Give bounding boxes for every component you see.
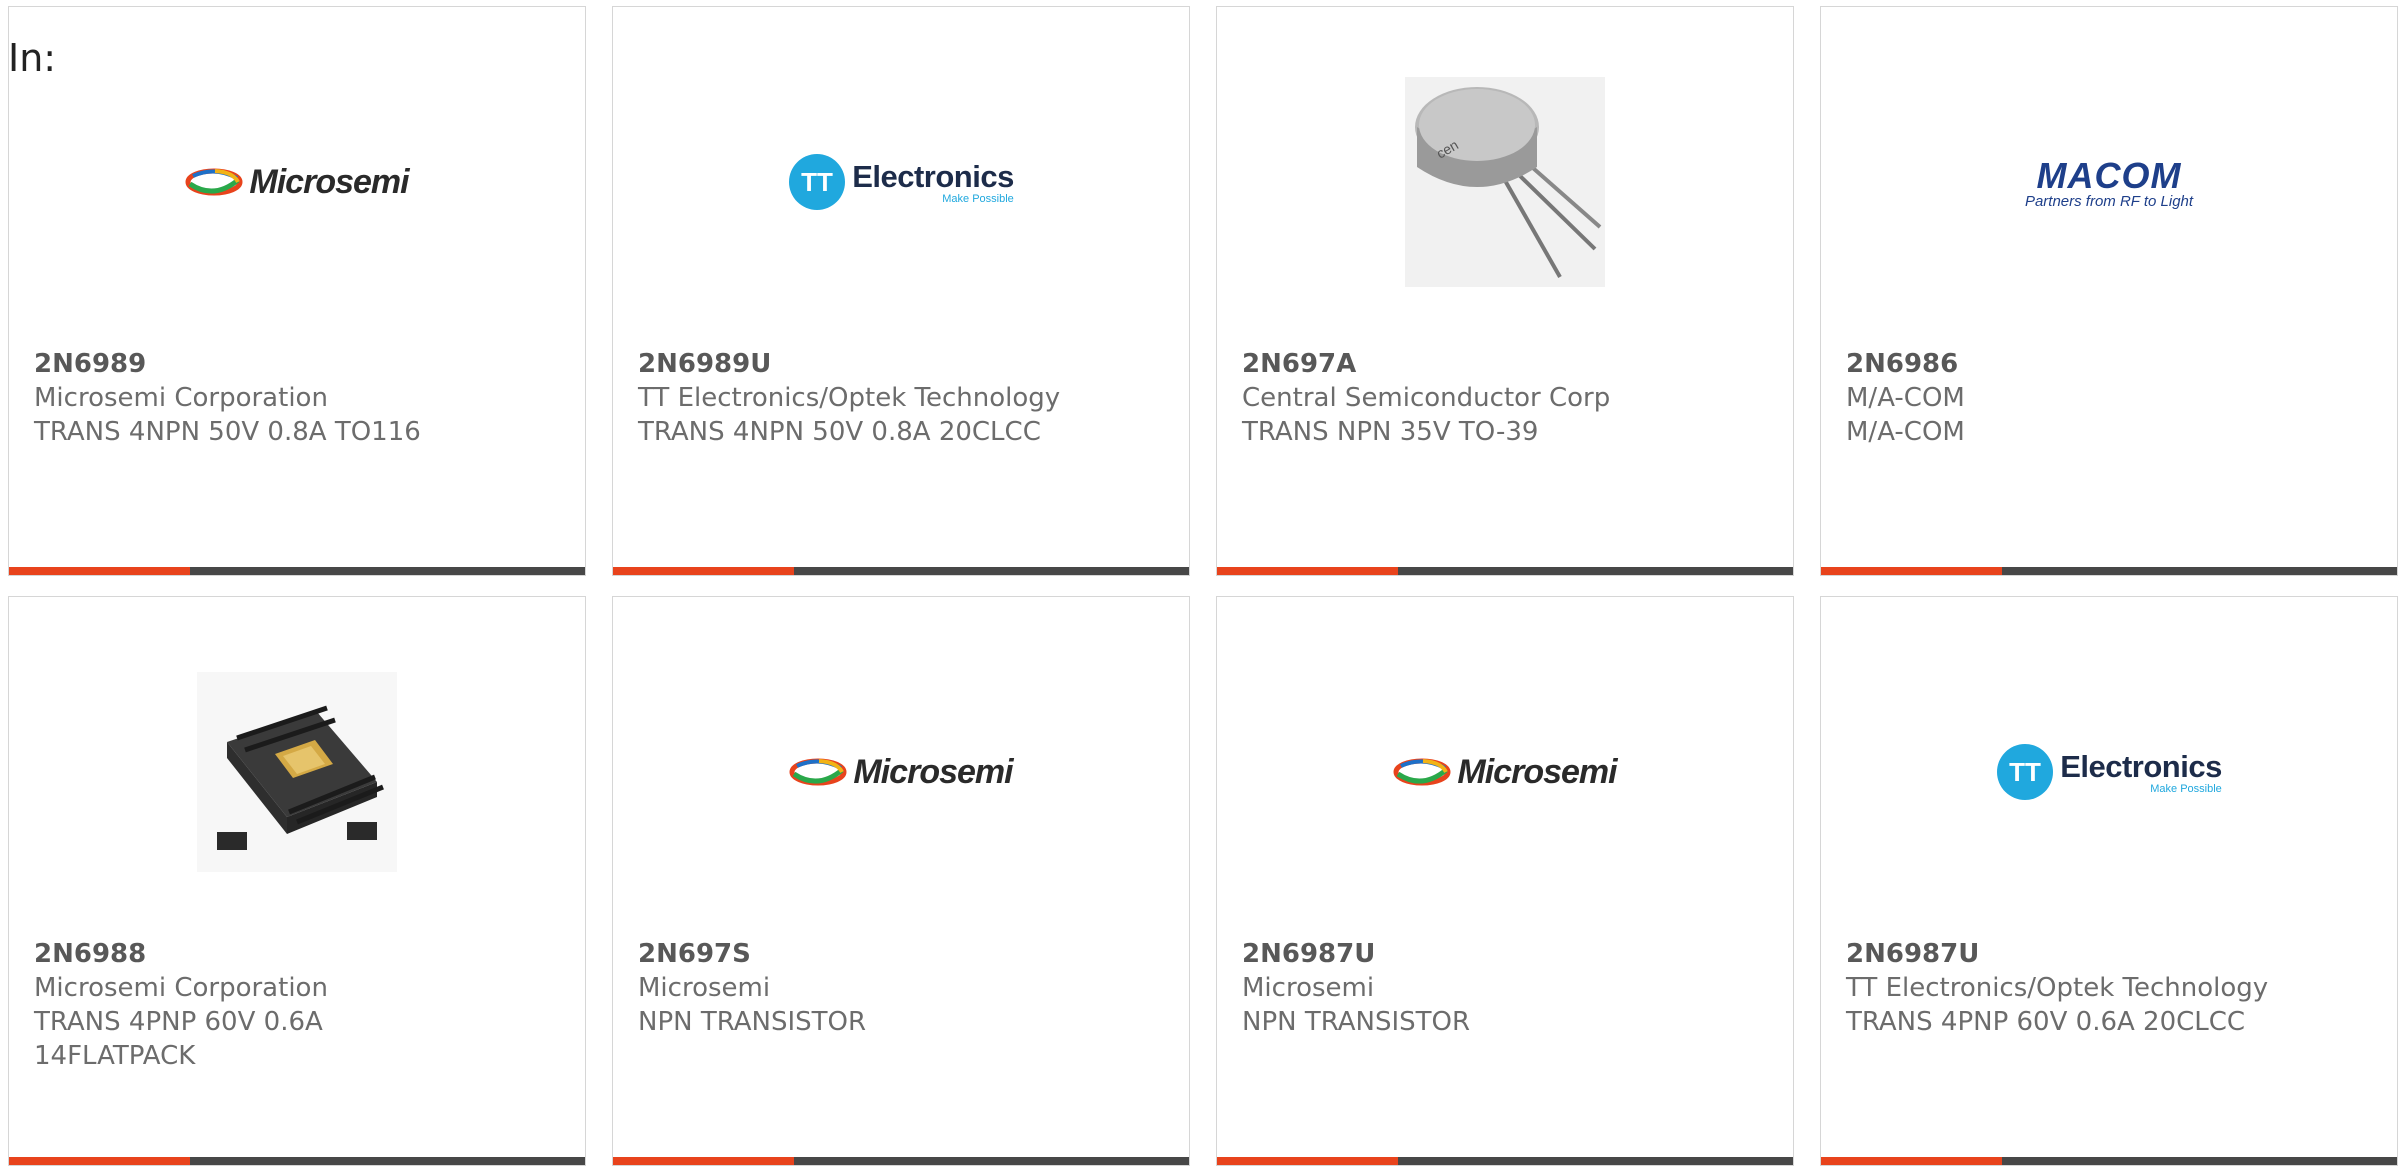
card-bottom-bar [613, 1157, 1189, 1165]
card-bottom-bar [1821, 1157, 2397, 1165]
manufacturer: Microsemi [1242, 973, 1375, 1003]
description: TRANS NPN 35V TO-39 [1242, 417, 1539, 447]
macom-tagline: Partners from RF to Light [2024, 192, 2194, 210]
description: TRANS 4NPN 50V 0.8A 20CLCC [638, 417, 1041, 447]
product-card[interactable]: Microsemi 2N6987U Microsemi NPN TRANSIST… [1216, 596, 1794, 1166]
description: NPN TRANSISTOR [638, 1007, 867, 1037]
product-card[interactable]: 2N6988 Microsemi Corporation TRANS 4PNP … [8, 596, 586, 1166]
product-image: Microsemi [9, 67, 585, 297]
product-card[interactable]: TT Electronics Make Possible 2N6987U TT … [1820, 596, 2398, 1166]
tt-tagline: Make Possible [942, 193, 1014, 205]
card-bottom-bar [1821, 567, 2397, 575]
product-image [9, 657, 585, 887]
flatpack-chip-icon [197, 672, 397, 872]
tt-electronics-logo: TT Electronics Make Possible [788, 153, 1014, 211]
product-info: 2N6987U TT Electronics/Optek Technology … [1846, 937, 2377, 1039]
manufacturer: Microsemi Corporation [34, 973, 328, 1003]
product-info: 2N6989 Microsemi Corporation TRANS 4NPN … [34, 347, 565, 449]
tt-letters: TT [2009, 757, 2041, 787]
manufacturer: TT Electronics/Optek Technology [638, 383, 1061, 413]
microsemi-logo: Microsemi [1393, 752, 1618, 792]
product-card[interactable]: Microsemi 2N6989 Microsemi Corporation T… [8, 6, 586, 576]
product-info: 2N6986 M/A-COM M/A-COM [1846, 347, 2377, 449]
card-accent-bar [1821, 1157, 2002, 1165]
microsemi-logo: Microsemi [185, 162, 410, 202]
part-number-link[interactable]: 2N6987U [1846, 937, 2377, 971]
card-accent-bar [613, 1157, 794, 1165]
product-info: 2N6987U Microsemi NPN TRANSISTOR [1242, 937, 1773, 1039]
tt-wordmark: Electronics [852, 159, 1014, 194]
part-number-link[interactable]: 2N6988 [34, 937, 565, 971]
part-number-link[interactable]: 2N697A [1242, 347, 1773, 381]
manufacturer: TT Electronics/Optek Technology [1846, 973, 2269, 1003]
description: M/A-COM [1846, 417, 1965, 447]
manufacturer: Central Semiconductor Corp [1242, 383, 1611, 413]
tt-wordmark: Electronics [2060, 749, 2222, 784]
product-image: Microsemi [613, 657, 1189, 887]
description-line2: 14FLATPACK [34, 1041, 196, 1071]
card-accent-bar [9, 567, 190, 575]
part-number-link[interactable]: 2N6989U [638, 347, 1169, 381]
product-image: MACOM Partners from RF to Light [1821, 67, 2397, 297]
product-card[interactable]: Microsemi 2N697S Microsemi NPN TRANSISTO… [612, 596, 1190, 1166]
microsemi-wordmark: Microsemi [853, 752, 1013, 791]
macom-wordmark: MACOM [2036, 154, 2182, 196]
card-bottom-bar [613, 567, 1189, 575]
tt-electronics-logo: TT Electronics Make Possible [1996, 743, 2222, 801]
manufacturer: Microsemi [638, 973, 771, 1003]
card-accent-bar [1217, 567, 1398, 575]
product-card[interactable]: TT Electronics Make Possible 2N6989U TT … [612, 6, 1190, 576]
macom-logo: MACOM Partners from RF to Light [2025, 155, 2193, 210]
tt-tagline: Make Possible [2150, 783, 2222, 795]
description: NPN TRANSISTOR [1242, 1007, 1471, 1037]
part-number-link[interactable]: 2N697S [638, 937, 1169, 971]
card-accent-bar [9, 1157, 190, 1165]
product-card[interactable]: MACOM Partners from RF to Light 2N6986 M… [1820, 6, 2398, 576]
microsemi-logo: Microsemi [789, 752, 1014, 792]
card-bottom-bar [1217, 1157, 1793, 1165]
product-image: TT Electronics Make Possible [613, 67, 1189, 297]
card-bottom-bar [1217, 567, 1793, 575]
manufacturer: M/A-COM [1846, 383, 1965, 413]
part-number-link[interactable]: 2N6987U [1242, 937, 1773, 971]
product-info: 2N697S Microsemi NPN TRANSISTOR [638, 937, 1169, 1039]
product-info: 2N6989U TT Electronics/Optek Technology … [638, 347, 1169, 449]
microsemi-wordmark: Microsemi [1457, 752, 1617, 791]
description: TRANS 4NPN 50V 0.8A TO116 [34, 417, 421, 447]
microsemi-wordmark: Microsemi [249, 162, 409, 201]
transistor-photo-icon: cen [1405, 77, 1605, 287]
product-card[interactable]: cen 2N697A Central Semiconductor Corp TR… [1216, 6, 1794, 576]
description: TRANS 4PNP 60V 0.6A 20CLCC [1846, 1007, 2246, 1037]
product-image: TT Electronics Make Possible [1821, 657, 2397, 887]
card-accent-bar [1821, 567, 2002, 575]
tt-letters: TT [801, 167, 833, 197]
card-bottom-bar [9, 567, 585, 575]
product-info: 2N697A Central Semiconductor Corp TRANS … [1242, 347, 1773, 449]
part-number-link[interactable]: 2N6986 [1846, 347, 2377, 381]
product-info: 2N6988 Microsemi Corporation TRANS 4PNP … [34, 937, 565, 1073]
description: TRANS 4PNP 60V 0.6A [34, 1007, 323, 1037]
filter-label: In: [8, 36, 57, 80]
manufacturer: Microsemi Corporation [34, 383, 328, 413]
product-image: Microsemi [1217, 657, 1793, 887]
card-accent-bar [613, 567, 794, 575]
card-accent-bar [1217, 1157, 1398, 1165]
product-image: cen [1217, 67, 1793, 297]
card-bottom-bar [9, 1157, 585, 1165]
part-number-link[interactable]: 2N6989 [34, 347, 565, 381]
product-grid: Microsemi 2N6989 Microsemi Corporation T… [8, 6, 2400, 1166]
